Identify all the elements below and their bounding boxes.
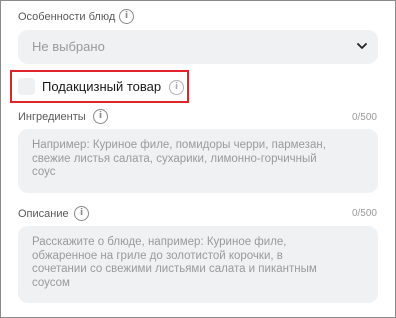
info-icon[interactable]: i (93, 109, 108, 124)
form-panel: Особенности блюд i Не выбрано Подакцизны… (0, 0, 396, 318)
excise-checkbox-label[interactable]: Подакцизный товар (42, 79, 161, 94)
chevron-down-icon (357, 43, 367, 49)
ingredients-counter: 0/500 (351, 112, 377, 123)
dish-features-label: Особенности блюд (18, 11, 116, 23)
description-textarea[interactable]: Расскажите о блюде, например: Куриное фи… (18, 226, 378, 303)
description-counter: 0/500 (351, 208, 377, 219)
excise-checkbox[interactable] (18, 78, 35, 95)
info-icon[interactable]: i (169, 80, 184, 95)
ingredients-label: Ингредиенты (18, 111, 86, 123)
info-icon[interactable]: i (74, 206, 89, 221)
description-label: Описание (18, 208, 69, 220)
ingredients-textarea[interactable]: Например: Куриное филе, помидоры черри, … (18, 129, 378, 193)
dish-features-select-value: Не выбрано (32, 39, 105, 54)
info-icon[interactable]: i (119, 9, 134, 24)
dish-features-select[interactable]: Не выбрано (18, 30, 378, 64)
